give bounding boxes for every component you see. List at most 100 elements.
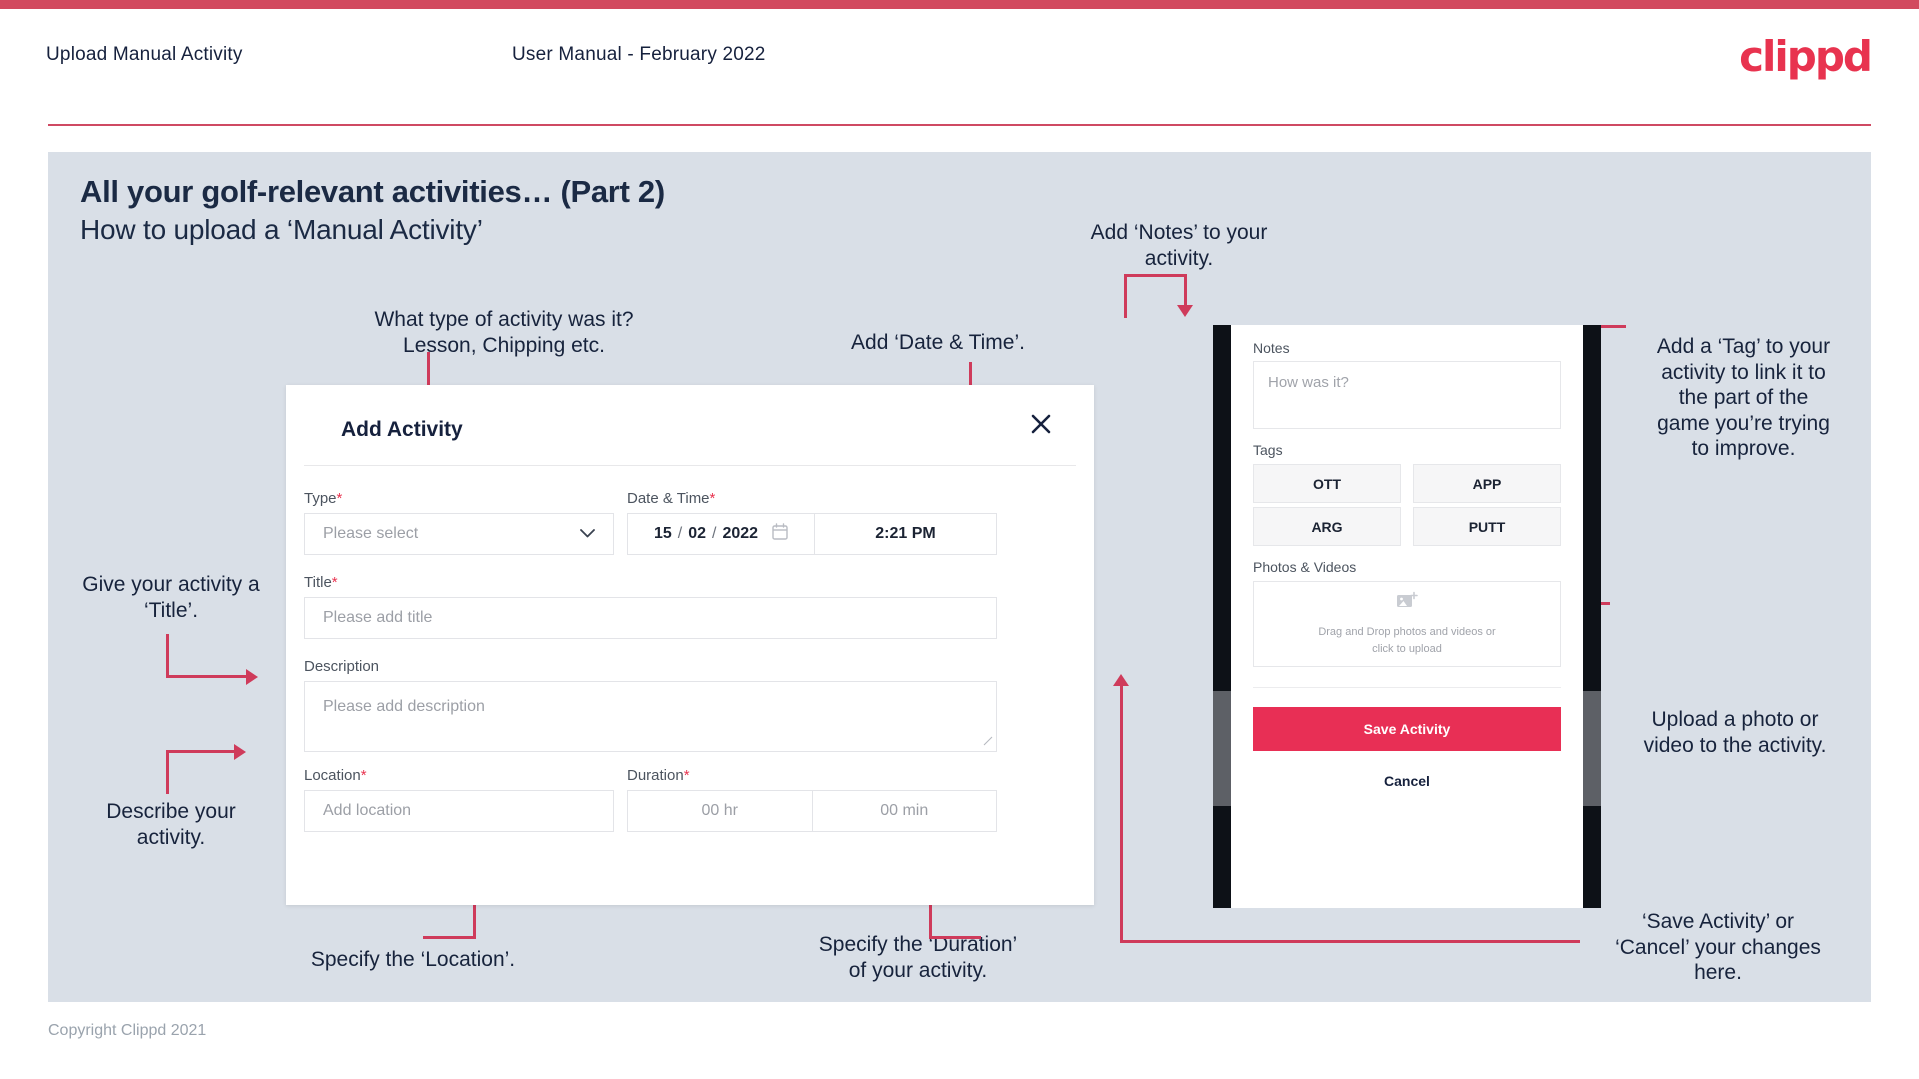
annotation-save: ‘Save Activity’ or ‘Cancel’ your changes h…	[1615, 910, 1821, 985]
label-location-text: Location	[304, 767, 361, 784]
resize-grip-icon[interactable]	[982, 735, 993, 749]
date-input[interactable]: 15 / 02 / 2022	[628, 514, 814, 554]
label-duration-text: Duration	[627, 767, 684, 784]
required-marker-duration: *	[683, 767, 690, 784]
label-datetime: Date & Time*	[627, 490, 715, 507]
date-year: 2022	[722, 525, 759, 542]
dropzone-line-1: Drag and Drop photos and videos or	[1318, 626, 1496, 638]
date-sep-2: /	[712, 525, 717, 542]
label-title: Title*	[304, 574, 338, 591]
phone-frame-right	[1583, 325, 1601, 908]
dialog-title: Add Activity	[341, 418, 463, 441]
arrow-title	[246, 669, 258, 685]
tag-putt[interactable]: PUTT	[1413, 507, 1561, 546]
phone-screen: Notes How was it? Tags OTT APP ARG PUTT …	[1231, 325, 1583, 908]
annotation-duration: Specify the ‘Duration’ of your activity.	[818, 933, 1018, 982]
time-input[interactable]: 2:21 PM	[815, 514, 996, 554]
annotation-tags: Add a ‘Tag’ to your activity to link it t…	[1656, 335, 1831, 461]
annotation-description: Describe your activity.	[106, 800, 236, 849]
notes-textarea[interactable]: How was it?	[1253, 361, 1561, 429]
label-type-text: Type	[304, 490, 337, 507]
add-activity-dialog: Add Activity Type* Please select Date & …	[286, 385, 1094, 905]
date-day: 15	[653, 525, 672, 542]
connector-desc-h	[166, 750, 236, 753]
page-title: Upload Manual Activity	[46, 44, 243, 65]
photo-dropzone[interactable]: Drag and Drop photos and videos or click…	[1253, 581, 1561, 667]
connector-notes-h	[1124, 274, 1187, 277]
connector-save-v	[1120, 685, 1123, 943]
annotation-datetime: Add ‘Date & Time’.	[851, 331, 1025, 354]
close-icon[interactable]	[1026, 409, 1056, 439]
cancel-button[interactable]: Cancel	[1231, 773, 1583, 789]
copyright-text: Copyright Clippd 2021	[48, 1022, 207, 1039]
document-subtitle: User Manual - February 2022	[512, 44, 766, 65]
label-datetime-text: Date & Time	[627, 490, 710, 507]
connector-notes-v2	[1184, 274, 1187, 308]
save-activity-button[interactable]: Save Activity	[1253, 707, 1561, 751]
label-location: Location*	[304, 767, 367, 784]
tag-arg[interactable]: ARG	[1253, 507, 1401, 546]
title-input[interactable]: Please add title	[304, 597, 997, 639]
connector-title-h	[166, 675, 248, 678]
slide-subheading: How to upload a ‘Manual Activity’	[80, 214, 483, 245]
arrow-notes	[1177, 305, 1193, 317]
connector-desc-v	[166, 750, 169, 794]
label-title-text: Title	[304, 574, 332, 591]
location-input[interactable]: Add location	[304, 790, 614, 832]
add-image-icon	[1396, 591, 1418, 616]
required-marker-location: *	[360, 767, 367, 784]
arrow-save	[1113, 674, 1129, 686]
chevron-down-icon	[580, 525, 595, 543]
top-accent-bar	[0, 0, 1919, 9]
connector-title-v	[166, 634, 169, 678]
duration-field[interactable]: 00 hr 00 min	[627, 790, 997, 832]
description-textarea[interactable]: Please add description	[304, 681, 997, 752]
phone-frame-left	[1213, 325, 1231, 908]
calendar-icon[interactable]	[772, 523, 788, 545]
phone-volume-button-left	[1213, 691, 1231, 806]
description-placeholder: Please add description	[323, 698, 485, 715]
connector-notes-v	[1124, 274, 1127, 318]
notes-placeholder: How was it?	[1268, 374, 1349, 391]
required-marker-type: *	[336, 490, 343, 507]
annotation-photos: Upload a photo or video to the activity.	[1643, 708, 1827, 757]
date-month: 02	[688, 525, 706, 542]
title-placeholder: Please add title	[323, 609, 433, 626]
dropzone-line-2: click to upload	[1372, 642, 1442, 655]
photos-label: Photos & Videos	[1253, 559, 1357, 575]
annotation-type: What type of activity was it? Lesson, Chi…	[374, 308, 634, 357]
connector-dur-h	[929, 936, 981, 939]
dialog-divider	[304, 465, 1076, 466]
phone-divider	[1253, 687, 1561, 688]
label-duration: Duration*	[627, 767, 690, 784]
annotation-title: Give your activity a ‘Title’.	[82, 573, 260, 622]
duration-minutes-input[interactable]: 00 min	[813, 791, 997, 831]
label-description: Description	[304, 658, 379, 675]
slide-canvas: All your golf-relevant activities… (Part…	[48, 152, 1871, 1002]
label-description-text: Description	[304, 658, 380, 675]
tag-ott[interactable]: OTT	[1253, 464, 1401, 503]
duration-hours-input[interactable]: 00 hr	[628, 791, 812, 831]
notes-label: Notes	[1253, 340, 1290, 356]
phone-volume-button-right	[1583, 691, 1601, 806]
slide-heading: All your golf-relevant activities… (Part…	[80, 174, 665, 209]
header-divider	[48, 124, 1871, 126]
phone-mockup: Notes How was it? Tags OTT APP ARG PUTT …	[1213, 325, 1601, 908]
tag-app[interactable]: APP	[1413, 464, 1561, 503]
clippd-logo: clippd	[1739, 32, 1873, 81]
type-select[interactable]: Please select	[304, 513, 614, 555]
annotation-location: Specify the ‘Location’.	[310, 948, 516, 971]
connector-loc-h	[423, 936, 476, 939]
annotation-notes: Add ‘Notes’ to your activity.	[1090, 221, 1268, 270]
slide-page: Upload Manual Activity User Manual - Feb…	[0, 0, 1919, 1079]
connector-save-h	[1120, 940, 1580, 943]
label-type: Type*	[304, 490, 342, 507]
required-marker-datetime: *	[709, 490, 716, 507]
tags-label: Tags	[1253, 442, 1283, 458]
date-sep-1: /	[677, 525, 683, 542]
type-placeholder: Please select	[323, 525, 419, 542]
datetime-field[interactable]: 15 / 02 / 2022 2:21 PM	[627, 513, 997, 555]
arrow-desc	[234, 744, 246, 760]
location-placeholder: Add location	[323, 802, 412, 819]
required-marker-title: *	[331, 574, 338, 591]
